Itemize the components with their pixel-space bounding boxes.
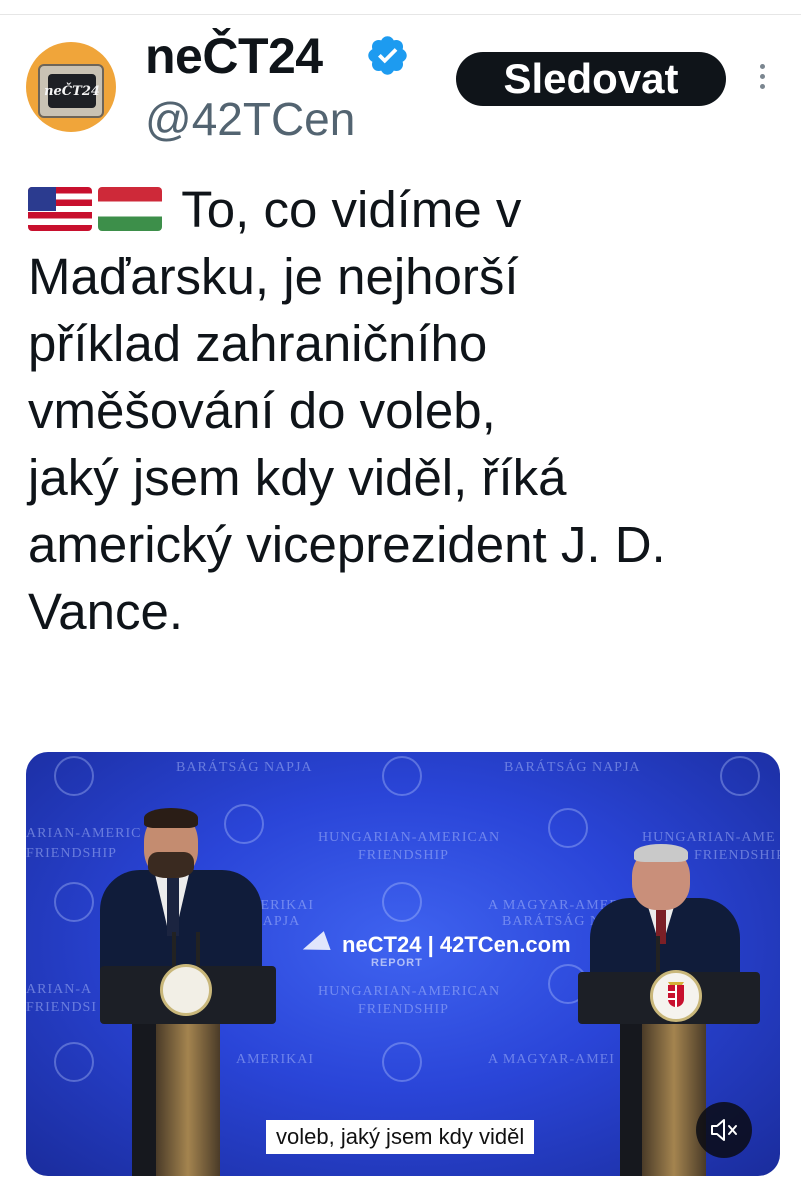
backdrop-seal-icon bbox=[382, 882, 422, 922]
backdrop-seal-icon bbox=[720, 756, 760, 796]
speaker-muted-icon bbox=[711, 1119, 737, 1141]
video-caption: voleb, jaký jsem kdy viděl bbox=[266, 1120, 535, 1154]
more-options-icon[interactable] bbox=[756, 64, 768, 94]
backdrop-seal-icon bbox=[54, 756, 94, 796]
backdrop-text: BARÁTSÁG NAPJA bbox=[176, 760, 313, 775]
mute-button[interactable] bbox=[696, 1102, 752, 1158]
podium-right-post bbox=[642, 1024, 706, 1176]
backdrop-text: BARÁTSÁG NAPJA bbox=[504, 760, 641, 775]
backdrop-text: FRIENDSHIP bbox=[694, 848, 780, 863]
video-watermark: neCT24 | 42TCen.com bbox=[299, 931, 571, 959]
microphone bbox=[196, 932, 200, 968]
user-handle[interactable]: @42TCen bbox=[145, 92, 355, 146]
tweet-line: Maďarsku, je nejhorší bbox=[28, 248, 519, 305]
backdrop-seal-icon bbox=[548, 808, 588, 848]
podium-left-post bbox=[156, 1024, 220, 1176]
tweet-line: americký viceprezident J. D. bbox=[28, 516, 666, 573]
tweet-line: vměšování do voleb, bbox=[28, 382, 496, 439]
backdrop-text: AMERIKAI bbox=[236, 1052, 314, 1067]
backdrop-seal-icon bbox=[54, 1042, 94, 1082]
watermark-sub: REPORT bbox=[371, 957, 423, 969]
backdrop-seal-icon bbox=[382, 1042, 422, 1082]
tweet-video[interactable]: BARÁTSÁG NAPJA BARÁTSÁG NAPJA HUNGARIAN-… bbox=[26, 752, 780, 1176]
backdrop-text: FRIENDSHIP bbox=[358, 1002, 449, 1017]
tweet-line: To, co vidíme v bbox=[28, 176, 788, 243]
backdrop-seal-icon bbox=[382, 756, 422, 796]
podium-left-side bbox=[132, 1024, 156, 1176]
backdrop-text: ARIAN-AMERIC bbox=[26, 826, 142, 841]
backdrop-text: FRIENDSHIP bbox=[358, 848, 449, 863]
backdrop-text: HUNGARIAN-AMERICAN bbox=[318, 984, 501, 999]
us-flag-icon bbox=[28, 187, 92, 231]
microphone bbox=[172, 932, 176, 968]
tweet-line: Vance. bbox=[28, 583, 183, 640]
backdrop-text: FRIENDSHIP bbox=[26, 846, 117, 861]
microphone bbox=[656, 936, 660, 972]
top-divider bbox=[0, 14, 801, 15]
telegram-icon bbox=[299, 931, 331, 959]
hungary-coat-of-arms-icon bbox=[650, 970, 702, 1022]
follow-button[interactable]: Sledovat bbox=[456, 52, 726, 106]
avatar[interactable]: neČT24 bbox=[26, 42, 116, 132]
tweet-line: jaký jsem kdy viděl, říká bbox=[28, 449, 567, 506]
tv-logo-icon: neČT24 bbox=[38, 64, 104, 118]
hungary-flag-icon bbox=[98, 187, 162, 231]
avatar-logo-text: neČT24 bbox=[44, 74, 100, 108]
tweet-text: To, co vidíme v Maďarsku, je nejhorší př… bbox=[28, 176, 788, 645]
backdrop-text: FRIENDSI bbox=[26, 1000, 98, 1015]
backdrop-seal-icon bbox=[54, 882, 94, 922]
backdrop-text: A MAGYAR-AMEI bbox=[488, 1052, 615, 1067]
verified-badge-icon bbox=[368, 36, 407, 75]
backdrop-text: ARIAN-A bbox=[26, 982, 93, 997]
tweet-line-text: To, co vidíme v bbox=[181, 181, 522, 238]
tweet-line: příklad zahraničního bbox=[28, 315, 488, 372]
vp-seal-icon bbox=[160, 964, 212, 1016]
backdrop-seal-icon bbox=[224, 804, 264, 844]
display-name[interactable]: neČT24 bbox=[145, 28, 323, 84]
backdrop-text: HUNGARIAN-AMERICAN bbox=[318, 830, 501, 845]
podium-right-side bbox=[620, 1024, 642, 1176]
